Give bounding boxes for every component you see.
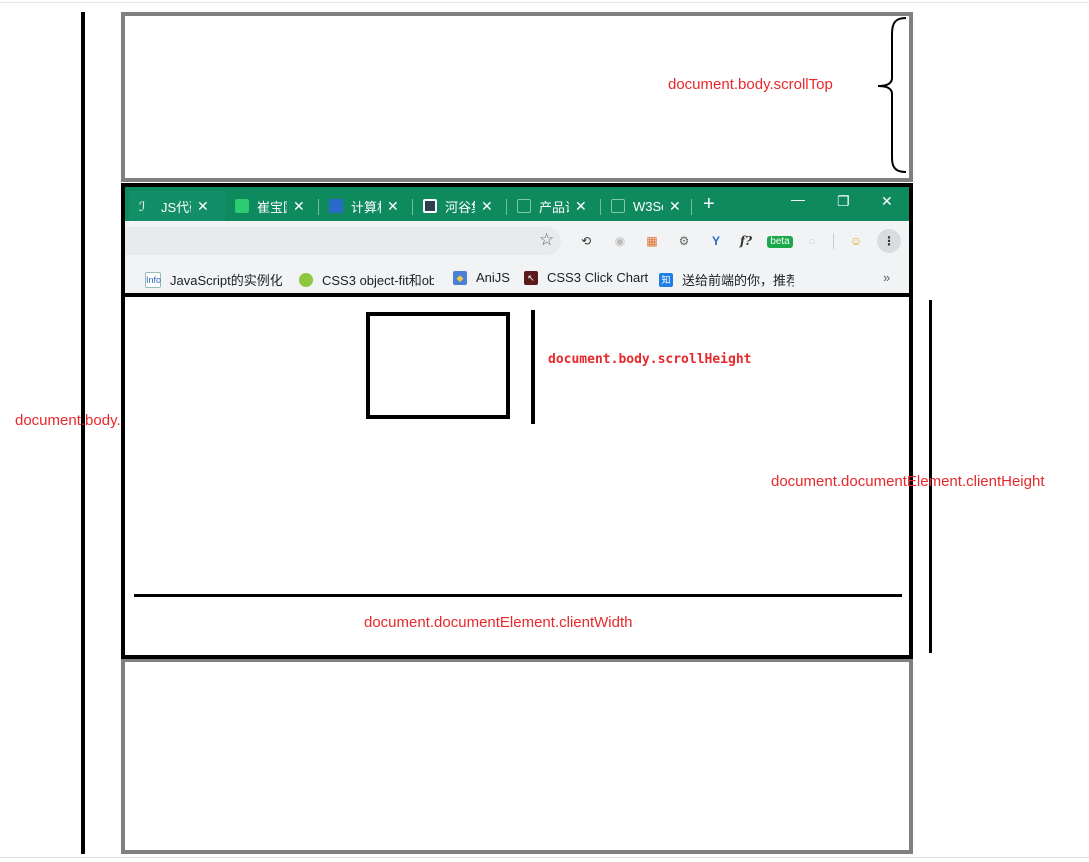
scroll-height-line xyxy=(531,310,535,424)
close-icon[interactable]: ✕ xyxy=(293,198,305,215)
restore-button[interactable]: ❐ xyxy=(837,193,850,210)
client-width-line xyxy=(134,594,902,597)
bookmarks-bar: Info JavaScript的实例化与 ● CSS3 object-fit和o… xyxy=(125,261,909,296)
film-icon xyxy=(423,199,437,213)
tab-label: 计算机 xyxy=(351,199,381,215)
body-bottom-area xyxy=(121,658,913,854)
formula-extension-icon[interactable]: f? xyxy=(737,232,755,250)
close-icon[interactable]: ✕ xyxy=(387,198,399,215)
beta-extension-icon[interactable]: beta xyxy=(767,236,793,248)
cursor-icon: ↖ xyxy=(524,270,538,285)
zhihu-icon: 知 xyxy=(659,272,673,287)
body-top-area xyxy=(121,12,913,182)
wechat-icon: ● xyxy=(299,272,313,287)
tab-label: W3Sc xyxy=(633,198,663,214)
viewport-top-edge xyxy=(121,293,913,297)
offset-height-line xyxy=(81,12,85,854)
bookmark-label: CSS3 object-fit和ob xyxy=(322,273,434,288)
top-divider xyxy=(0,2,1089,3)
toolbar-separator xyxy=(833,233,834,249)
star-icon[interactable]: ☆ xyxy=(539,230,554,250)
new-tab-button[interactable]: + xyxy=(703,193,715,216)
tab-5[interactable]: 产品说 ✕ xyxy=(507,191,600,221)
tab-3[interactable]: 计算机 ✕ xyxy=(319,191,412,221)
tab-4[interactable]: 河谷集 ✕ xyxy=(413,191,506,221)
scroll-height-label: document.body.scrollHeight xyxy=(548,352,752,367)
close-icon[interactable]: ✕ xyxy=(669,198,681,215)
close-icon[interactable]: ✕ xyxy=(481,198,493,215)
window-close-button[interactable]: ✕ xyxy=(881,193,893,210)
tab-1[interactable]: ℐ JS代码 ✕ xyxy=(129,191,225,221)
bookmark-label: JavaScript的实例化与 xyxy=(170,273,282,288)
page-icon xyxy=(611,199,625,213)
page-icon xyxy=(517,199,531,213)
tab-label: 崔宝国 xyxy=(257,199,287,215)
tab-6[interactable]: W3Sc ✕ xyxy=(601,191,691,221)
tab-label: JS代码 xyxy=(161,199,191,215)
bookmark-label: AniJS xyxy=(476,270,510,285)
bookmark-5[interactable]: 知 送给前端的你，推荐 xyxy=(659,270,794,289)
bookmark-2[interactable]: ● CSS3 object-fit和ob xyxy=(299,270,434,289)
content-box xyxy=(366,312,510,419)
toolbar: ☆ ⟲ ◉ ▦ ⚙ Y f? beta ○ ☺ ⋮ xyxy=(125,221,909,261)
kai-logo-icon xyxy=(329,199,343,213)
browser-window: ℐ JS代码 ✕ 崔宝国 ✕ 计算机 ✕ 河谷集 ✕ 产品说 ✕ xyxy=(121,183,913,659)
bookmark-label: 送给前端的你，推荐 xyxy=(682,273,794,288)
tab-bar: ℐ JS代码 ✕ 崔宝国 ✕ 计算机 ✕ 河谷集 ✕ 产品说 ✕ xyxy=(125,187,909,221)
anijs-icon: ◆ xyxy=(453,270,467,285)
tab-label: 河谷集 xyxy=(445,199,475,215)
bookmark-1[interactable]: Info JavaScript的实例化与 xyxy=(145,270,282,289)
tab-separator xyxy=(691,199,692,215)
address-bar[interactable]: ☆ xyxy=(125,227,561,255)
tab-2[interactable]: 崔宝国 ✕ xyxy=(225,191,318,221)
more-bookmarks-button[interactable]: » xyxy=(883,270,890,285)
minimize-button[interactable]: — xyxy=(791,191,805,207)
scroll-top-brace xyxy=(877,17,907,173)
close-icon[interactable]: ✕ xyxy=(575,198,587,215)
bookmark-label: CSS3 Click Chart xyxy=(547,270,649,285)
client-width-label: document.documentElement.clientWidth xyxy=(364,614,633,631)
s-logo-icon xyxy=(235,199,249,213)
refresh-extension-icon[interactable]: ⟲ xyxy=(577,232,595,250)
tab-label: 产品说 xyxy=(539,199,569,215)
client-height-label: document.documentElement.clientHeight xyxy=(771,473,1045,490)
js-tab-icon: ℐ xyxy=(139,199,146,214)
settings-extension-icon[interactable]: ⚙ xyxy=(675,232,693,250)
scroll-top-label: document.body.scrollTop xyxy=(668,76,833,93)
avatar-icon[interactable]: ☺ xyxy=(847,232,865,250)
close-icon[interactable]: ✕ xyxy=(197,198,209,215)
menu-icon[interactable]: ⋮ xyxy=(877,229,901,253)
bookmark-4[interactable]: ↖ CSS3 Click Chart xyxy=(524,270,648,285)
bookmark-3[interactable]: ◆ AniJS xyxy=(453,270,510,285)
circle-extension-icon[interactable]: ○ xyxy=(803,232,821,250)
calendar-extension-icon[interactable]: ▦ xyxy=(643,232,661,250)
bottom-divider xyxy=(0,857,1089,858)
info-icon: Info xyxy=(145,271,161,288)
gear-extension-icon[interactable]: ◉ xyxy=(611,232,629,250)
y-extension-icon[interactable]: Y xyxy=(707,232,725,250)
